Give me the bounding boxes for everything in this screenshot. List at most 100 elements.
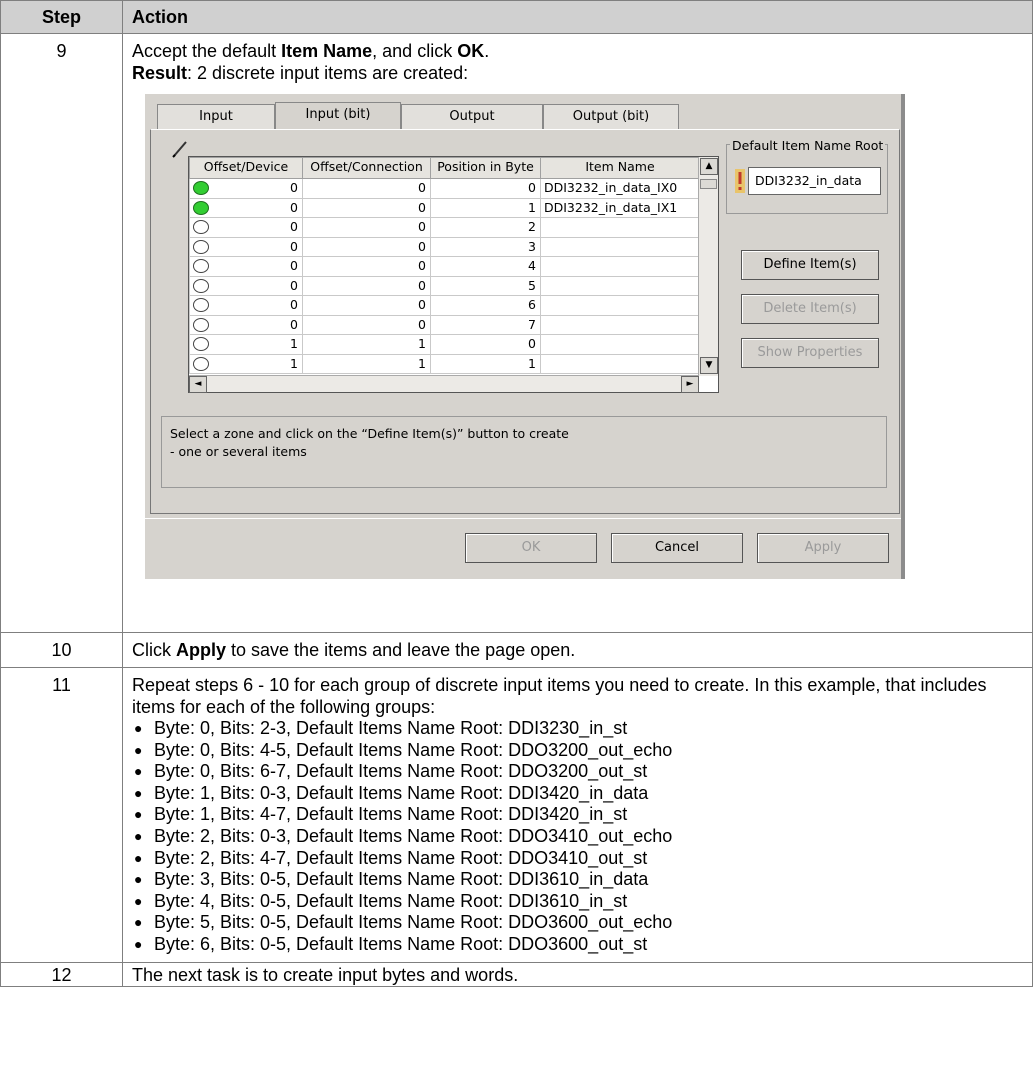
table-row[interactable]: 006 xyxy=(189,295,700,316)
items-table: Offset/Device Offset/Connection Position… xyxy=(189,157,700,374)
offset-connection-cell[interactable]: 1 xyxy=(302,334,431,355)
column-header-offset-device[interactable]: Offset/Device xyxy=(189,157,303,179)
offset-connection-cell[interactable]: 0 xyxy=(302,275,431,296)
offset-connection-cell[interactable]: 0 xyxy=(302,236,431,257)
step-number: 10 xyxy=(0,632,123,668)
show-properties-button[interactable]: Show Properties xyxy=(741,338,879,368)
table-row[interactable]: 007 xyxy=(189,314,700,335)
scroll-left-icon[interactable]: ◄ xyxy=(189,376,207,393)
hint-line: - one or several items xyxy=(170,444,307,459)
defined-item-icon xyxy=(193,200,209,215)
item-name-cell[interactable]: DDI3232_in_data_IX1 xyxy=(540,197,700,218)
column-header-offset-connection[interactable]: Offset/Connection xyxy=(302,157,431,179)
offset-device-value: 0 xyxy=(290,258,298,273)
scroll-right-icon[interactable]: ► xyxy=(681,376,699,393)
position-cell[interactable]: 1 xyxy=(430,353,541,374)
action-cell: Repeat steps 6 - 10 for each group of di… xyxy=(122,667,1033,963)
offset-device-value: 0 xyxy=(290,238,298,254)
column-header-position[interactable]: Position in Byte xyxy=(430,157,541,179)
offset-device-cell[interactable]: 0 xyxy=(189,178,303,199)
step-header: Step xyxy=(0,0,123,34)
table-row[interactable]: 0 0 0 DDI3232_in_data_IX0 xyxy=(189,178,700,199)
instruction-emphasis: OK xyxy=(457,41,485,61)
item-name-cell[interactable] xyxy=(540,334,700,355)
offset-device-value: 0 xyxy=(290,180,298,195)
dialog-footer: OK Cancel Apply xyxy=(145,518,901,579)
instruction-text: Repeat steps 6 - 10 for each group of di… xyxy=(132,675,987,717)
instruction-line: Accept the default Item Name, and click … xyxy=(132,40,1023,62)
table-row[interactable]: 0 0 1 DDI3232_in_data_IX1 xyxy=(189,197,700,218)
offset-connection-cell[interactable]: 0 xyxy=(302,217,431,238)
item-name-cell[interactable]: DDI3232_in_data_IX0 xyxy=(540,178,700,199)
offset-device-cell[interactable]: 0 xyxy=(189,275,303,296)
offset-device-cell[interactable]: 0 xyxy=(189,256,303,277)
item-name-cell[interactable] xyxy=(540,314,700,335)
offset-device-value: 1 xyxy=(290,336,298,351)
instruction-emphasis: Apply xyxy=(176,640,227,660)
offset-connection-cell[interactable]: 0 xyxy=(302,197,431,218)
scroll-thumb[interactable] xyxy=(700,179,717,189)
default-root-input[interactable]: DDI3232_in_data xyxy=(748,167,881,195)
offset-connection-cell[interactable]: 1 xyxy=(302,353,431,374)
instruction-text: . xyxy=(484,41,490,61)
list-item: Byte: 0, Bits: 6-7, Default Items Name R… xyxy=(132,761,1023,783)
position-cell[interactable]: 7 xyxy=(430,314,541,335)
table-row[interactable]: 003 xyxy=(189,236,700,257)
item-name-cell[interactable] xyxy=(540,275,700,296)
offset-connection-cell[interactable]: 0 xyxy=(302,314,431,335)
table-header-row: Step Action xyxy=(0,0,1033,34)
scroll-up-icon[interactable]: ▲ xyxy=(700,158,718,175)
position-cell[interactable]: 0 xyxy=(430,178,541,199)
offset-connection-cell[interactable]: 0 xyxy=(302,178,431,199)
position-cell[interactable]: 4 xyxy=(430,256,541,277)
tab-input[interactable]: Input xyxy=(157,104,275,130)
horizontal-scrollbar[interactable]: ◄ ► xyxy=(189,375,699,393)
undefined-item-icon xyxy=(193,298,209,312)
offset-device-cell[interactable]: 0 xyxy=(189,314,303,335)
apply-button[interactable]: Apply xyxy=(757,533,889,563)
ok-button[interactable]: OK xyxy=(465,533,597,563)
item-name-cell[interactable] xyxy=(540,217,700,238)
table-row[interactable]: 002 xyxy=(189,217,700,238)
item-name-cell[interactable] xyxy=(540,236,700,257)
offset-device-cell[interactable]: 0 xyxy=(189,217,303,238)
list-item: Byte: 1, Bits: 0-3, Default Items Name R… xyxy=(132,783,1023,805)
items-grid[interactable]: Offset/Device Offset/Connection Position… xyxy=(188,156,719,393)
item-name-cell[interactable] xyxy=(540,353,700,374)
offset-device-cell[interactable]: 1 xyxy=(189,353,303,374)
offset-connection-cell[interactable]: 0 xyxy=(302,256,431,277)
table-row-step-10: 10 Click Apply to save the items and lea… xyxy=(0,632,1033,668)
offset-device-cell[interactable]: 0 xyxy=(189,197,303,218)
scroll-down-icon[interactable]: ▼ xyxy=(700,357,718,374)
item-name-cell[interactable] xyxy=(540,256,700,277)
warning-icon xyxy=(735,169,745,193)
pencil-icon[interactable] xyxy=(171,140,189,158)
table-row[interactable]: 004 xyxy=(189,256,700,277)
table-row[interactable]: 005 xyxy=(189,275,700,296)
offset-device-cell[interactable]: 0 xyxy=(189,295,303,316)
position-cell[interactable]: 5 xyxy=(430,275,541,296)
tab-input-bit[interactable]: Input (bit) xyxy=(275,102,401,132)
table-row[interactable]: 110 xyxy=(189,334,700,355)
tab-output-bit[interactable]: Output (bit) xyxy=(543,104,679,130)
tab-output[interactable]: Output xyxy=(401,104,543,130)
position-cell[interactable]: 0 xyxy=(430,334,541,355)
offset-device-cell[interactable]: 0 xyxy=(189,236,303,257)
position-cell[interactable]: 3 xyxy=(430,236,541,257)
position-cell[interactable]: 2 xyxy=(430,217,541,238)
position-cell[interactable]: 1 xyxy=(430,197,541,218)
table-row[interactable]: 111 xyxy=(189,353,700,374)
list-item: Byte: 5, Bits: 0-5, Default Items Name R… xyxy=(132,912,1023,934)
item-name-cell[interactable] xyxy=(540,295,700,316)
offset-device-value: 0 xyxy=(290,199,298,215)
delete-items-button[interactable]: Delete Item(s) xyxy=(741,294,879,324)
vertical-scrollbar[interactable]: ▲ ▼ xyxy=(698,157,718,376)
column-header-item-name[interactable]: Item Name xyxy=(540,157,700,179)
procedure-table: Step Action 9 Accept the default Item Na… xyxy=(0,0,1033,987)
position-cell[interactable]: 6 xyxy=(430,295,541,316)
grid-header-row: Offset/Device Offset/Connection Position… xyxy=(189,157,700,179)
offset-device-cell[interactable]: 1 xyxy=(189,334,303,355)
cancel-button[interactable]: Cancel xyxy=(611,533,743,563)
offset-connection-cell[interactable]: 0 xyxy=(302,295,431,316)
define-items-button[interactable]: Define Item(s) xyxy=(741,250,879,280)
